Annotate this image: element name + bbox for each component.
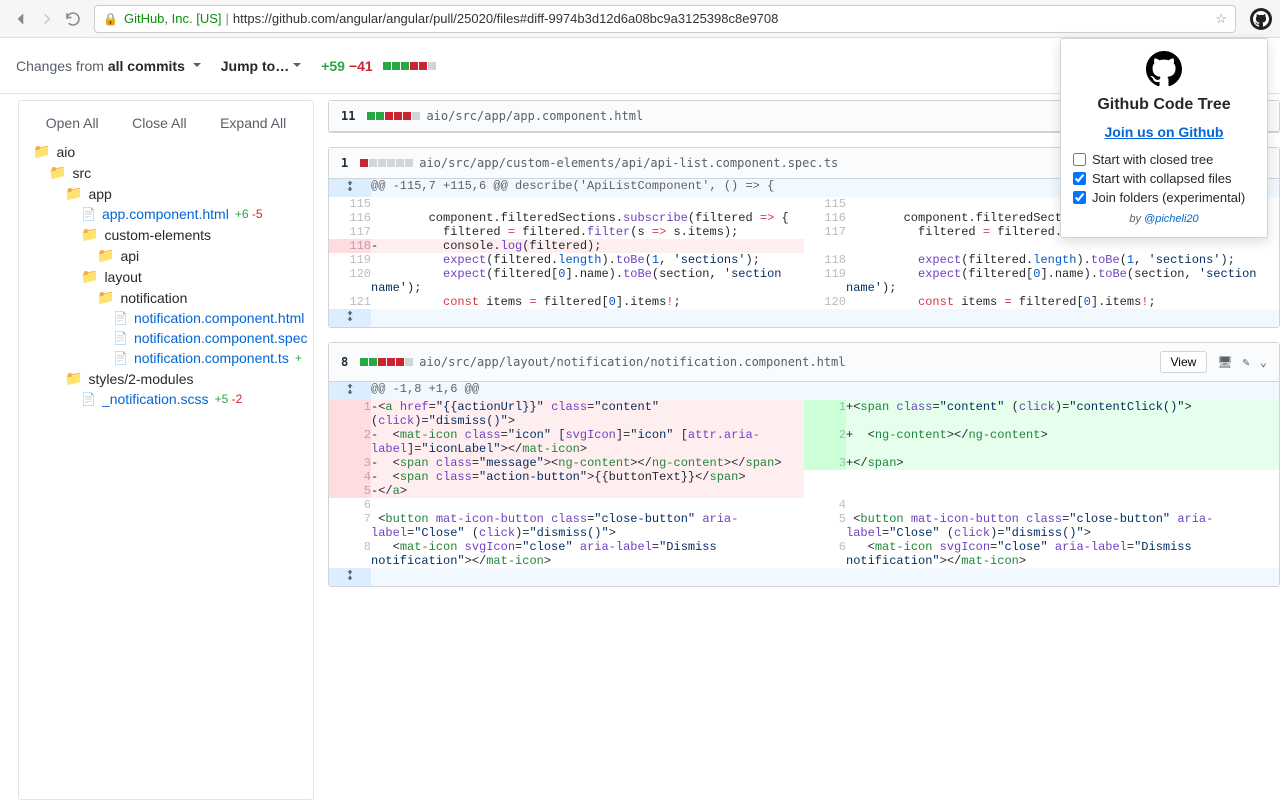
- folder-aio[interactable]: 📁aio: [25, 141, 307, 162]
- extension-popup: Github Code Tree Join us on Github Start…: [1060, 38, 1268, 238]
- opt-join-folders[interactable]: Join folders (experimental): [1073, 190, 1255, 205]
- close-all[interactable]: Close All: [132, 115, 186, 131]
- folder-notification[interactable]: 📁notification: [25, 287, 307, 308]
- file-icon: 📄: [113, 351, 128, 365]
- file-notification.component.html[interactable]: 📄notification.component.html: [25, 308, 307, 328]
- expand-icon[interactable]: [329, 309, 371, 327]
- file-diff: 8aio/src/app/layout/notification/notific…: [328, 342, 1280, 587]
- popup-byline: by @picheli20: [1073, 213, 1255, 225]
- expand-icon[interactable]: [329, 382, 371, 400]
- reload-button[interactable]: [60, 6, 86, 32]
- expand-icon[interactable]: [329, 179, 371, 197]
- folder-icon: 📁: [33, 143, 50, 160]
- expand-all[interactable]: Expand All: [220, 115, 286, 131]
- file-_notification.scss[interactable]: 📄_notification.scss +5 -2: [25, 389, 307, 409]
- file-icon: 📄: [81, 392, 96, 406]
- extension-icon[interactable]: [1250, 8, 1272, 30]
- folder-icon: 📁: [97, 289, 114, 306]
- file-notification.component.ts[interactable]: 📄notification.component.ts +: [25, 348, 307, 368]
- folder-icon: 📁: [49, 164, 66, 181]
- file-notification.component.spec[interactable]: 📄notification.component.spec: [25, 328, 307, 348]
- opt-collapsed-files[interactable]: Start with collapsed files: [1073, 171, 1255, 186]
- url-org: GitHub, Inc. [US]: [124, 11, 222, 26]
- star-icon[interactable]: ☆: [1215, 11, 1227, 27]
- github-logo-icon: [1146, 51, 1182, 87]
- file-icon: 📄: [113, 331, 128, 345]
- url-text: https://github.com/angular/angular/pull/…: [233, 11, 1209, 26]
- jump-to-dropdown[interactable]: Jump to…: [221, 58, 301, 74]
- folder-api[interactable]: 📁api: [25, 245, 307, 266]
- folder-icon: 📁: [81, 226, 98, 243]
- edit-icon[interactable]: ✎: [1243, 355, 1250, 369]
- browser-bar: 🔒 GitHub, Inc. [US] | https://github.com…: [0, 0, 1280, 38]
- forward-button[interactable]: [34, 6, 60, 32]
- folder-layout[interactable]: 📁layout: [25, 266, 307, 287]
- expand-icon[interactable]: [329, 568, 371, 586]
- view-button[interactable]: View: [1160, 351, 1208, 373]
- open-all[interactable]: Open All: [46, 115, 99, 131]
- file-icon: 📄: [81, 207, 96, 221]
- lock-icon: 🔒: [103, 12, 118, 26]
- folder-src[interactable]: 📁src: [25, 162, 307, 183]
- file-tree-sidebar: Open All Close All Expand All 📁aio📁src📁a…: [18, 100, 314, 800]
- file-header[interactable]: 8aio/src/app/layout/notification/notific…: [329, 343, 1279, 382]
- display-icon[interactable]: 🖥: [1217, 355, 1232, 369]
- file-app.component.html[interactable]: 📄app.component.html +6 -5: [25, 204, 307, 224]
- chevron-down-icon[interactable]: ⌄: [1260, 355, 1267, 369]
- opt-closed-tree[interactable]: Start with closed tree: [1073, 152, 1255, 167]
- folder-icon: 📁: [65, 370, 82, 387]
- file-icon: 📄: [113, 311, 128, 325]
- back-button[interactable]: [8, 6, 34, 32]
- changes-from-dropdown[interactable]: Changes from all commits: [16, 58, 201, 74]
- popup-title: Github Code Tree: [1073, 96, 1255, 114]
- join-link[interactable]: Join us on Github: [1073, 124, 1255, 140]
- folder-icon: 📁: [97, 247, 114, 264]
- diff-stats: +59 −41: [321, 58, 436, 74]
- folder-custom-elements[interactable]: 📁custom-elements: [25, 224, 307, 245]
- author-link[interactable]: @picheli20: [1144, 213, 1199, 225]
- folder-icon: 📁: [65, 185, 82, 202]
- folder-app[interactable]: 📁app: [25, 183, 307, 204]
- url-bar[interactable]: 🔒 GitHub, Inc. [US] | https://github.com…: [94, 5, 1236, 33]
- folder-icon: 📁: [81, 268, 98, 285]
- folder-styles/2-modules[interactable]: 📁styles/2-modules: [25, 368, 307, 389]
